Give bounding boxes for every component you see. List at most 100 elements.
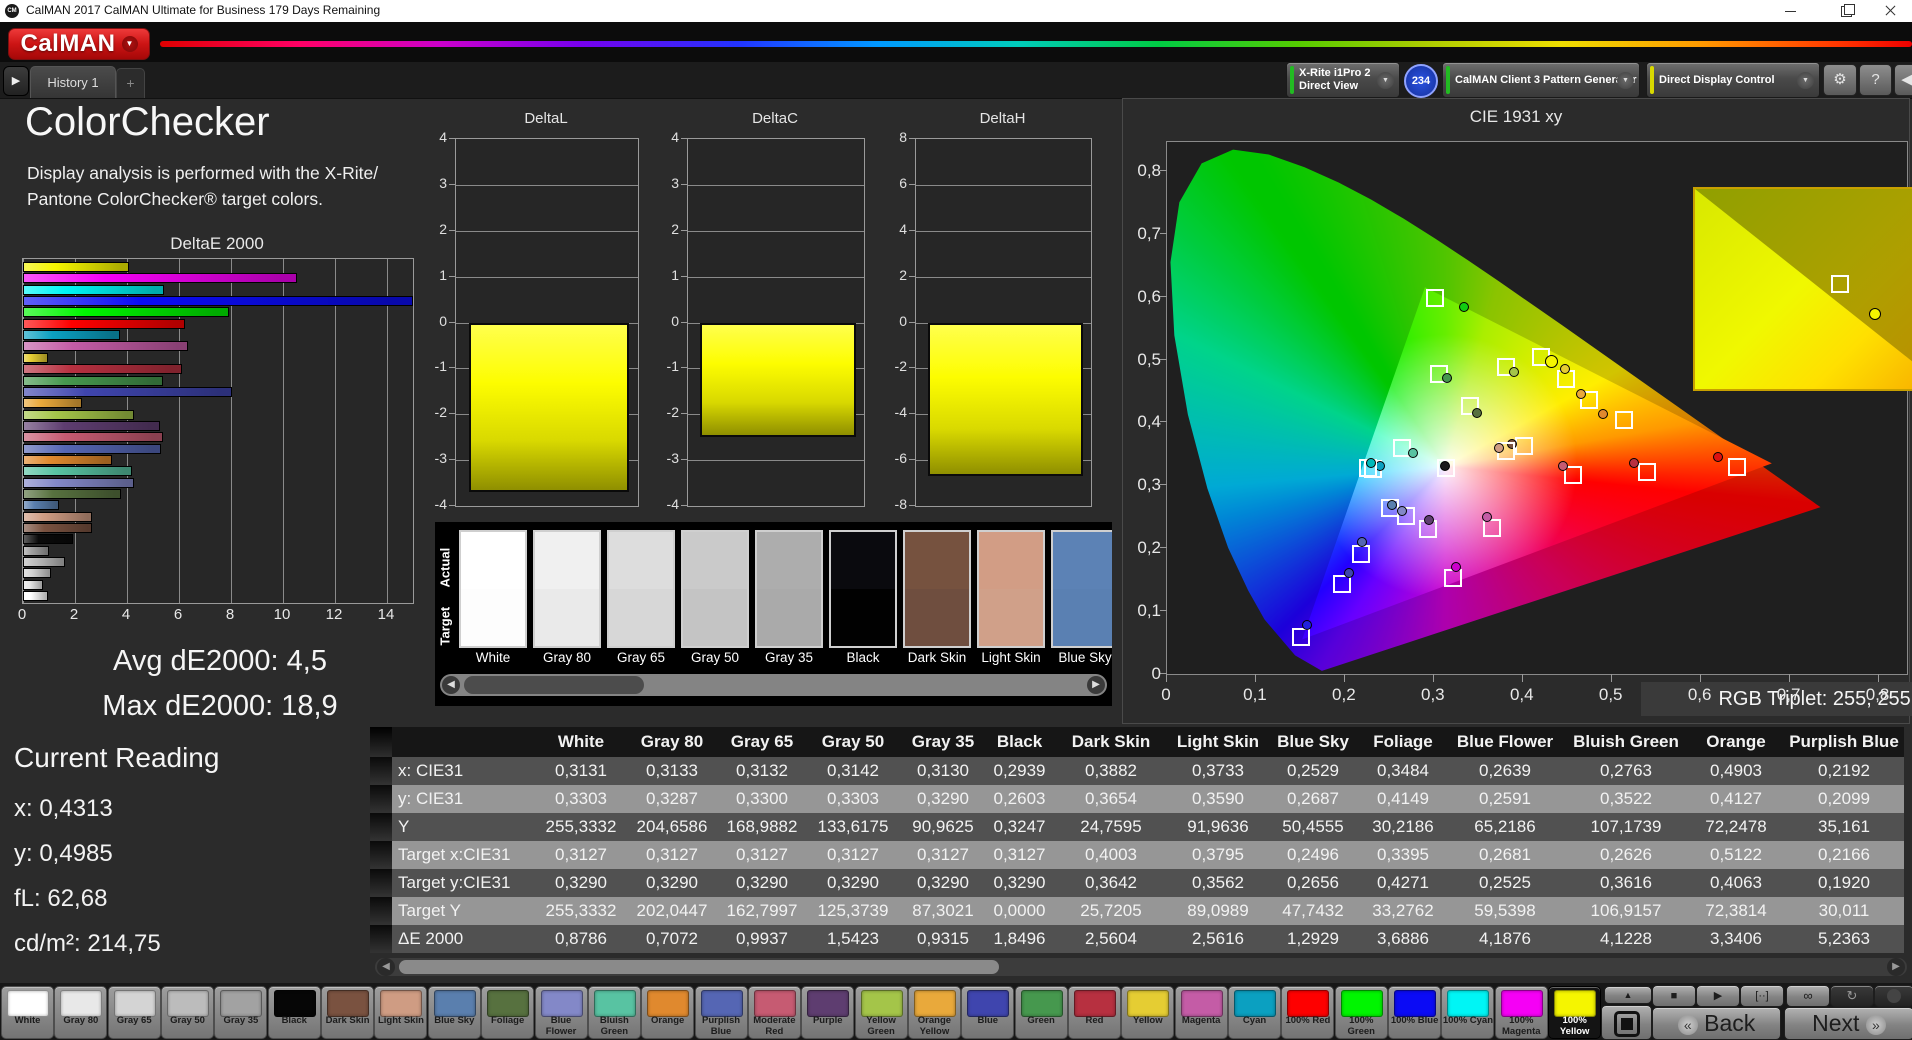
pattern-button-orange-yellow[interactable]: Orange Yellow xyxy=(907,986,961,1039)
close-button[interactable] xyxy=(1868,0,1912,22)
stop-button[interactable]: ■ xyxy=(1652,985,1696,1007)
pattern-button-white[interactable]: White xyxy=(1,986,54,1039)
settings-button[interactable]: ⚙ xyxy=(1823,64,1857,96)
cie-target-magenta xyxy=(1482,519,1501,538)
pattern-button-blue-flower[interactable]: Blue Flower xyxy=(534,986,588,1039)
deltal-title: DeltaL xyxy=(524,110,568,127)
continuous-measure-button[interactable]: ∞ xyxy=(1786,985,1830,1007)
back-button[interactable]: « Back xyxy=(1652,1007,1781,1040)
ytick-mark xyxy=(681,275,687,277)
swatch-scroll-right-icon[interactable]: ▶ xyxy=(1087,676,1105,694)
pattern-button-foliage[interactable]: Foliage xyxy=(481,986,535,1039)
pattern-label: 100% Cyan xyxy=(1442,1015,1494,1026)
pattern-label: 100% Red xyxy=(1285,1015,1331,1026)
pattern-label: Moderate Red xyxy=(753,1015,796,1037)
collapse-panel-button[interactable]: ◀ xyxy=(1894,64,1912,96)
pattern-chip xyxy=(753,990,796,1017)
ytick-mark xyxy=(449,413,455,415)
rainbow-gradient-bar xyxy=(160,41,1912,47)
meter-count-badge[interactable]: 234 xyxy=(1404,64,1438,98)
pattern-label: 100% Blue xyxy=(1390,1015,1439,1026)
pattern-button-red[interactable]: Red xyxy=(1068,986,1121,1039)
pattern-button-gray-50[interactable]: Gray 50 xyxy=(161,986,215,1039)
swatch-scrollbar-thumb[interactable] xyxy=(464,676,644,694)
swatch-scrollbar[interactable]: ◀ ▶ xyxy=(440,674,1107,696)
swatch-scroll-left-icon[interactable]: ◀ xyxy=(442,676,460,694)
table-cell: 30,2186 xyxy=(1360,813,1446,841)
source-dropdown-icon[interactable]: ▼ xyxy=(1617,72,1634,89)
next-chevron-icon: » xyxy=(1865,1014,1886,1035)
ytick-label: 3 xyxy=(671,174,679,191)
pattern-button-purple[interactable]: Purple xyxy=(801,986,855,1039)
pattern-button-100-cyan[interactable]: 100% Cyan xyxy=(1441,986,1495,1039)
pattern-button-blue[interactable]: Blue xyxy=(961,986,1015,1039)
deltae-xtick-label: 4 xyxy=(121,606,131,623)
pattern-button-bluish-green[interactable]: Bluish Green xyxy=(587,986,641,1039)
table-scroll-left-icon[interactable]: ◀ xyxy=(377,958,395,976)
tab-history-1[interactable]: History 1 xyxy=(30,66,116,98)
pattern-button-orange[interactable]: Orange xyxy=(641,986,695,1039)
pattern-label: Blue xyxy=(977,1015,999,1026)
cie-inset-out-of-gamut xyxy=(1695,189,1912,389)
single-measure-button[interactable]: [··] xyxy=(1740,985,1784,1007)
pattern-button-purplish-blue[interactable]: Purplish Blue xyxy=(694,986,748,1039)
display-dropdown-icon[interactable]: ▼ xyxy=(1797,72,1814,89)
swatch-label: Black xyxy=(846,650,880,665)
pattern-button-moderate-red[interactable]: Moderate Red xyxy=(747,986,801,1039)
table-scroll-right-icon[interactable]: ▶ xyxy=(1887,958,1905,976)
ytick-mark xyxy=(681,413,687,415)
meter-dropdown-icon[interactable]: ▼ xyxy=(1377,72,1394,89)
pattern-source-button[interactable]: CalMAN Client 3 Pattern Generator ▼ xyxy=(1442,62,1640,98)
ytick-mark xyxy=(681,183,687,185)
pattern-button-gray-80[interactable]: Gray 80 xyxy=(54,986,108,1039)
calman-logo-menu[interactable]: CalMAN ▼ xyxy=(8,28,150,60)
pattern-button-100-yellow[interactable]: 100% Yellow xyxy=(1548,986,1602,1039)
pattern-chip xyxy=(913,990,956,1017)
pattern-button-light-skin[interactable]: Light Skin xyxy=(374,986,428,1039)
pattern-button-gray-35[interactable]: Gray 35 xyxy=(214,986,268,1039)
display-control-button[interactable]: Direct Display Control ▼ xyxy=(1646,62,1820,98)
meter-button[interactable]: X-Rite i1Pro 2 Direct View ▼ xyxy=(1286,62,1400,98)
pattern-button-100-green[interactable]: 100% Green xyxy=(1334,986,1388,1039)
table-cell: 202,0447 xyxy=(627,897,717,925)
restore-button[interactable] xyxy=(1824,0,1868,22)
logo-dropdown-icon: ▼ xyxy=(121,36,138,52)
swatch-label: Light Skin xyxy=(981,650,1041,665)
add-tab-button[interactable]: + xyxy=(116,68,145,98)
cie-xtick xyxy=(1610,674,1612,682)
pattern-button-black[interactable]: Black xyxy=(267,986,321,1039)
pattern-window-up-button[interactable]: ▲ xyxy=(1604,986,1652,1004)
table-scrollbar[interactable]: ◀ ▶ xyxy=(375,958,1907,976)
pattern-button-yellow-green[interactable]: Yellow Green xyxy=(854,986,908,1039)
pattern-button-yellow[interactable]: Yellow xyxy=(1121,986,1175,1039)
table-col-labels xyxy=(392,727,535,757)
help-button[interactable]: ? xyxy=(1859,64,1892,96)
swatch-compare-panel: Actual Target White Gray 80 Gray 65 Gray 50… xyxy=(435,522,1112,706)
cie-target-100-green xyxy=(1425,288,1444,307)
pattern-button-blue-sky[interactable]: Blue Sky xyxy=(427,986,481,1039)
pattern-button-gray-65[interactable]: Gray 65 xyxy=(107,986,161,1039)
next-button[interactable]: Next » xyxy=(1784,1007,1912,1040)
pattern-button-green[interactable]: Green xyxy=(1014,986,1068,1039)
pattern-button-cyan[interactable]: Cyan xyxy=(1228,986,1282,1039)
extra-transport-button[interactable] xyxy=(1874,985,1912,1007)
play-button[interactable]: ▶ xyxy=(1696,985,1740,1007)
table-cell: 0,3127 xyxy=(627,841,717,869)
pattern-chip xyxy=(273,990,316,1017)
refresh-button[interactable]: ↻ xyxy=(1830,985,1874,1007)
pattern-button-100-red[interactable]: 100% Red xyxy=(1281,986,1335,1039)
pattern-button-100-blue[interactable]: 100% Blue xyxy=(1388,986,1442,1039)
refresh-icon: ↻ xyxy=(1846,988,1858,1003)
pattern-window-toggle-button[interactable] xyxy=(1601,1005,1652,1040)
avg-de2000-value: Avg dE2000: 4,5 xyxy=(113,645,327,677)
pattern-button-dark-skin[interactable]: Dark Skin xyxy=(321,986,375,1039)
deltae-chart-plot xyxy=(22,258,414,604)
tab-scroll-button[interactable]: ▶ xyxy=(3,66,29,96)
table-cell: 0,2656 xyxy=(1266,869,1360,897)
pattern-button-100-magenta[interactable]: 100% Magenta xyxy=(1494,986,1548,1039)
pattern-button-magenta[interactable]: Magenta xyxy=(1174,986,1228,1039)
swatch-black xyxy=(829,530,897,648)
minimize-button[interactable] xyxy=(1768,0,1812,22)
table-scrollbar-thumb[interactable] xyxy=(399,960,999,974)
ytick-mark xyxy=(449,321,455,323)
